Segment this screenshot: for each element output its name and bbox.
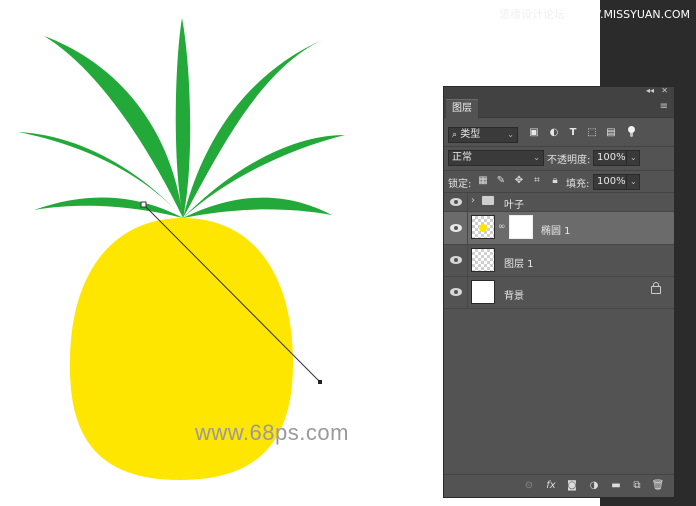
layer-thumbnail <box>471 280 495 304</box>
new-layer-icon[interactable]: ⧉ <box>630 479 644 493</box>
direction-handle-point[interactable] <box>318 380 322 384</box>
tab-layers[interactable]: 图层 <box>446 99 478 118</box>
panel-menu-icon[interactable]: ≡ <box>660 101 668 112</box>
layer-row-transparent[interactable]: 图层 1 <box>444 245 674 277</box>
layers-list: › 叶子 ∞ 椭圆 1 图层 1 背景 <box>444 193 674 473</box>
lock-transparent-pixels-icon[interactable]: ▦ <box>477 175 489 187</box>
adjustment-layer-icon[interactable]: ◑ <box>587 479 601 493</box>
visibility-eye-icon[interactable] <box>450 288 464 298</box>
pineapple-leaves[interactable] <box>18 18 345 218</box>
folder-icon <box>482 196 494 205</box>
filter-toggle-switch[interactable] <box>627 126 635 138</box>
chevron-down-icon: ⌄ <box>507 130 514 139</box>
new-group-icon[interactable]: ▬ <box>609 479 623 493</box>
filter-row: ⌕ 类型 ⌄ ▣ ◐ T ⬚ ▤ <box>444 123 674 145</box>
lock-icon[interactable] <box>651 286 661 294</box>
image-filter-icon[interactable]: ▣ <box>528 127 540 139</box>
blend-row: 正常 ⌄ 不透明度: 100% ⌄ <box>444 147 674 169</box>
site-title: 思缘设计论坛 WWW.MISSYUAN.COM <box>499 6 690 22</box>
watermark-text: www.68ps.com <box>195 420 349 445</box>
fill-label: 填充: <box>566 179 590 190</box>
blend-mode-select[interactable]: 正常 ⌄ <box>448 150 544 166</box>
smart-object-filter-icon[interactable]: ▤ <box>605 127 617 139</box>
site-title-domain: WWW.MISSYUAN.COM <box>568 8 690 21</box>
visibility-eye-icon[interactable] <box>450 256 464 266</box>
layer-row-ellipse-selected[interactable]: ∞ 椭圆 1 <box>444 212 674 245</box>
fill-dropdown-button[interactable]: ⌄ <box>626 174 640 190</box>
lock-all-icon[interactable]: 🔒︎ <box>549 175 561 187</box>
chain-link-icon[interactable]: ∞ <box>498 222 506 232</box>
filter-kind-select[interactable]: ⌕ 类型 ⌄ <box>448 127 518 143</box>
type-filter-icon[interactable]: T <box>567 127 579 139</box>
layer-name: 椭圆 1 <box>541 226 571 237</box>
search-icon: ⌕ <box>452 130 458 140</box>
blend-mode-value: 正常 <box>452 152 472 163</box>
filter-kind-label: 类型 <box>460 129 481 140</box>
delete-layer-icon[interactable]: 🗑︎ <box>651 479 665 493</box>
layer-name: 叶子 <box>504 200 524 211</box>
adjustment-filter-icon[interactable]: ◐ <box>548 127 560 139</box>
layer-thumbnail <box>471 215 495 239</box>
chevron-down-icon: ⌄ <box>533 153 540 162</box>
layers-panel: ◂◂ ✕ 图层 ≡ ⌕ 类型 ⌄ ▣ ◐ T ⬚ ▤ 正常 ⌄ 不透明度: 10… <box>443 86 675 498</box>
layer-row-group[interactable]: › 叶子 <box>444 193 674 212</box>
close-panel-icon[interactable]: ✕ <box>661 86 668 95</box>
opacity-dropdown-button[interactable]: ⌄ <box>626 150 640 166</box>
layer-row-background[interactable]: 背景 <box>444 277 674 309</box>
lock-image-pixels-icon[interactable]: ✎ <box>495 175 507 187</box>
opacity-label: 不透明度: <box>547 155 591 166</box>
anchor-point[interactable] <box>140 201 147 208</box>
visibility-eye-icon[interactable] <box>450 198 464 208</box>
link-layers-icon[interactable]: ⊝ <box>522 479 536 493</box>
add-mask-icon[interactable]: ◙ <box>565 479 579 493</box>
lock-row: 锁定: ▦ ✎ ✥ ⌗ 🔒︎ 填充: 100% ⌄ <box>444 171 674 193</box>
mask-thumbnail[interactable] <box>509 215 533 239</box>
layer-thumbnail <box>471 248 495 272</box>
collapse-panel-icon[interactable]: ◂◂ <box>646 86 654 95</box>
site-title-prefix: 思缘设计论坛 <box>499 8 566 21</box>
chevron-down-icon: ⌄ <box>630 153 637 162</box>
lock-position-icon[interactable]: ✥ <box>513 175 525 187</box>
opacity-input[interactable]: 100% <box>593 150 627 166</box>
layer-name: 背景 <box>504 291 524 302</box>
visibility-eye-icon[interactable] <box>450 224 464 234</box>
lock-artboard-icon[interactable]: ⌗ <box>531 175 543 187</box>
layer-name: 图层 1 <box>504 259 534 270</box>
lock-label: 锁定: <box>448 179 472 190</box>
lock-shackle <box>653 282 659 287</box>
shape-filter-icon[interactable]: ⬚ <box>586 127 598 139</box>
fill-input[interactable]: 100% <box>593 174 627 190</box>
panel-bottom-toolbar: ⊝ fx ◙ ◑ ▬ ⧉ 🗑︎ <box>444 474 674 497</box>
panel-tab-bar: 图层 ≡ <box>444 97 674 118</box>
expand-chevron-icon[interactable]: › <box>471 195 475 206</box>
fx-icon[interactable]: fx <box>544 479 558 493</box>
panel-title-bar: ◂◂ ✕ <box>444 86 674 97</box>
chevron-down-icon: ⌄ <box>630 177 637 186</box>
